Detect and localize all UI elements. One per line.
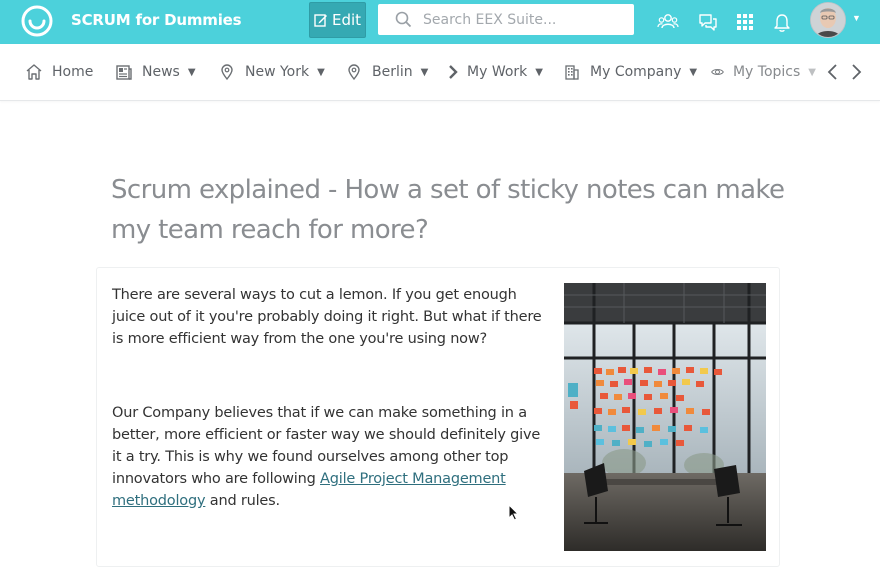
nav-item-home[interactable]: Home: [25, 44, 93, 100]
chevron-down-icon: ▼: [317, 66, 325, 78]
nav-item-my-company[interactable]: My Company ▼: [563, 44, 697, 100]
user-menu-caret-icon[interactable]: ▼: [852, 13, 861, 23]
article-paragraph: Our Company believes that if we can make…: [112, 402, 544, 512]
nav-item-berlin[interactable]: Berlin ▼: [345, 44, 428, 100]
chevron-down-icon: ▼: [535, 66, 543, 78]
chevron-down-icon: ▼: [808, 66, 816, 78]
nav-item-my-work[interactable]: My Work ▼: [447, 44, 543, 100]
chevron-down-icon: ▼: [187, 66, 196, 78]
community-icon[interactable]: [657, 11, 679, 33]
location-pin-icon: [348, 64, 360, 81]
chat-icon[interactable]: [697, 11, 719, 33]
nav-label: Berlin: [372, 64, 413, 80]
chevron-down-icon: ▼: [420, 66, 429, 78]
nav-item-my-topics[interactable]: My Topics ▼: [711, 44, 816, 100]
apps-grid-icon[interactable]: [734, 11, 756, 33]
nav-scroll-left-icon[interactable]: [825, 62, 841, 82]
location-pin-icon: [221, 64, 233, 81]
nav-label: Home: [52, 64, 94, 80]
user-avatar[interactable]: [810, 2, 846, 38]
nav-label: My Topics: [732, 64, 801, 80]
nav-label: New York: [245, 64, 310, 80]
top-bar: SCRUM for Dummies Edit Search EEX Suite.…: [0, 0, 880, 44]
nav-label: News: [142, 64, 180, 80]
search-input[interactable]: [423, 4, 623, 35]
edit-button-label: Edit: [331, 11, 362, 29]
nav-label: My Work: [467, 64, 528, 80]
article-paragraph: There are several ways to cut a lemon. I…: [112, 287, 542, 347]
edit-button[interactable]: Edit: [309, 2, 366, 38]
news-icon: [116, 65, 132, 80]
article-image: [564, 283, 766, 551]
eye-icon: [711, 69, 724, 75]
chevron-right-icon: [449, 65, 458, 79]
page-title: Scrum explained - How a set of sticky no…: [111, 175, 785, 245]
user-photo-icon: [811, 3, 845, 37]
search-box[interactable]: [378, 4, 634, 35]
mouse-cursor-icon: [508, 504, 520, 521]
paragraph-text: and rules.: [205, 493, 280, 509]
app-logo-icon[interactable]: [20, 4, 54, 38]
nav-label: My Company: [590, 64, 682, 80]
home-icon: [26, 64, 42, 80]
nav-item-new-york[interactable]: New York ▼: [218, 44, 325, 100]
app-title[interactable]: SCRUM for Dummies: [71, 11, 242, 29]
bell-icon[interactable]: [771, 11, 793, 33]
building-icon: [565, 65, 579, 80]
nav-scroll-right-icon[interactable]: [848, 62, 864, 82]
nav-bar: Home News ▼ New York ▼ Berlin ▼ My Work …: [0, 44, 880, 101]
edit-icon: [314, 14, 327, 27]
nav-item-news[interactable]: News ▼: [115, 44, 196, 100]
search-icon: [395, 11, 412, 28]
chevron-down-icon: ▼: [689, 66, 698, 78]
